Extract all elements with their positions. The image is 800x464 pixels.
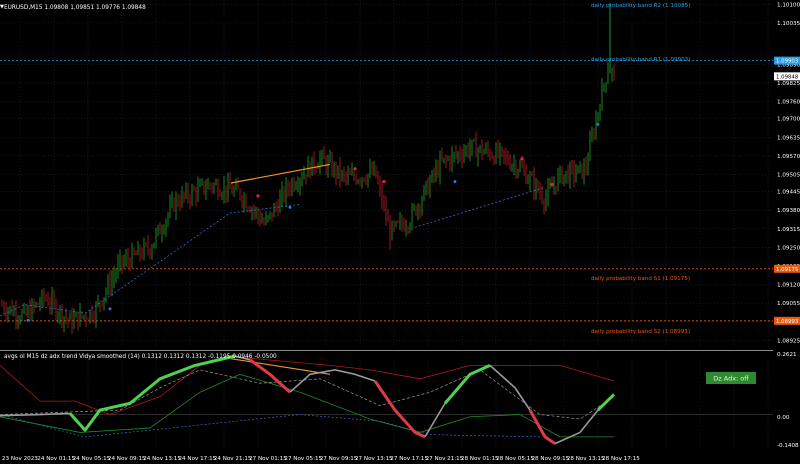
signal-dot	[353, 167, 357, 171]
price-chart-svg[interactable]: EURUSD,M15 1.09808 1.09851 1.09776 1.098…	[0, 0, 773, 346]
time-axis-label: 24 Nov 17:15	[179, 456, 217, 462]
time-axis-label: 28 Nov 13:15	[567, 456, 605, 462]
time-axis-label: 24 Nov 05:15	[73, 456, 111, 462]
time-axis-label: 27 Nov 13:15	[355, 456, 393, 462]
band-label-r2: daily probability band R2 (1.10085)	[591, 3, 690, 9]
price-axis-label: 1.09760	[777, 100, 800, 106]
time-axis-label: 27 Nov 05:15	[284, 456, 322, 462]
price-axis-label: 1.08925	[777, 338, 800, 344]
support-dash-line	[0, 204, 301, 317]
indicator-axis-label-bottom: -0.1408	[777, 443, 799, 449]
time-axis-label: 23 Nov 2023	[2, 456, 38, 462]
indicator-pane[interactable]: avgs ol M15 dz adx trend Vidya smoothed …	[0, 350, 773, 450]
price-axis[interactable]: 1.10100 1.10035 1.09890 1.09825 1.09760 1.097…	[773, 0, 800, 346]
signal-dot	[382, 179, 386, 184]
signal-dot	[520, 157, 524, 161]
trend-line	[230, 163, 331, 184]
signal-dot	[550, 182, 554, 187]
time-axis-label: 28 Nov 01:15	[461, 456, 499, 462]
time-axis-label: 24 Nov 13:15	[143, 456, 181, 462]
price-axis-label: 1.09570	[777, 154, 800, 160]
band-label-s1: daily probability band S1 (1.09175)	[591, 276, 690, 282]
indicator-chart-svg[interactable]: avgs ol M15 dz adx trend Vidya smoothed …	[0, 350, 773, 450]
time-axis-label: 27 Nov 01:15	[249, 456, 287, 462]
price-axis-label: 1.09120	[777, 283, 800, 289]
time-axis-label: 24 Nov 21:15	[214, 456, 252, 462]
signal-dot	[108, 307, 112, 311]
indicator-axis-label-top: 0.2621	[777, 352, 797, 358]
time-axis-label: 28 Nov 17:15	[602, 456, 640, 462]
header-dropdown-icon[interactable]: ▼	[0, 4, 4, 10]
price-axis-label: 1.09250	[777, 245, 800, 251]
time-axis-label: 27 Nov 17:15	[390, 456, 428, 462]
time-axis-label: 27 Nov 09:15	[320, 456, 358, 462]
time-axis[interactable]: 23 Nov 2023 24 Nov 01:15 24 Nov 05:15 24 No…	[0, 450, 773, 464]
dz-adx-badge-label: Dz Adx: off	[713, 375, 749, 383]
s1-price-tag-text: 1.09175	[776, 267, 798, 273]
band-label-r1: daily probability band R1 (1.09903)	[591, 57, 690, 63]
time-axis-label: 27 Nov 21:15	[426, 456, 464, 462]
price-axis-label: 1.09315	[777, 227, 800, 233]
support-dash-line	[414, 186, 546, 228]
price-axis-label: 1.09380	[777, 208, 800, 214]
price-axis-label: 1.09505	[777, 172, 800, 178]
price-axis-label: 1.09055	[777, 301, 800, 307]
signal-dot	[26, 318, 30, 322]
price-axis-label: 1.10035	[777, 21, 800, 27]
signal-dot	[453, 180, 457, 183]
indicator-title: avgs ol M15 dz adx trend Vidya smoothed …	[4, 354, 277, 360]
trend-overlay	[0, 122, 600, 322]
price-axis-label: 1.09700	[777, 117, 800, 123]
signal-dot	[256, 194, 260, 198]
band-label-s2: daily probability band S2 (1.08993)	[591, 329, 690, 335]
trading-chart[interactable]: EURUSD,M15 1.09808 1.09851 1.09776 1.098…	[0, 0, 800, 464]
r1-price-tag-text: 1.09903	[776, 59, 798, 65]
time-axis-label: 28 Nov 09:15	[532, 456, 570, 462]
price-grid	[0, 0, 773, 346]
price-axis-label: 1.09825	[777, 81, 800, 87]
indicator-axis[interactable]: 0.2621 0.00 -0.1408	[773, 350, 800, 450]
price-axis-label: 1.10100	[777, 2, 800, 8]
signal-dot	[596, 122, 600, 126]
chart-header: EURUSD,M15 1.09808 1.09851 1.09776 1.098…	[4, 5, 146, 11]
time-axis-label: 24 Nov 01:15	[37, 456, 75, 462]
signal-dot	[288, 205, 292, 209]
price-axis-label: 1.09445	[777, 190, 800, 196]
price-pane[interactable]: EURUSD,M15 1.09808 1.09851 1.09776 1.098…	[0, 0, 773, 346]
time-axis-label: 28 Nov 05:15	[496, 456, 534, 462]
time-axis-label: 24 Nov 09:15	[108, 456, 146, 462]
current-price-tag-text: 1.09848	[776, 74, 799, 80]
price-axis-label: 1.09635	[777, 135, 800, 141]
indicator-axis-label-zero: 0.00	[777, 415, 790, 421]
s2-price-tag-text: 1.08993	[776, 319, 798, 325]
